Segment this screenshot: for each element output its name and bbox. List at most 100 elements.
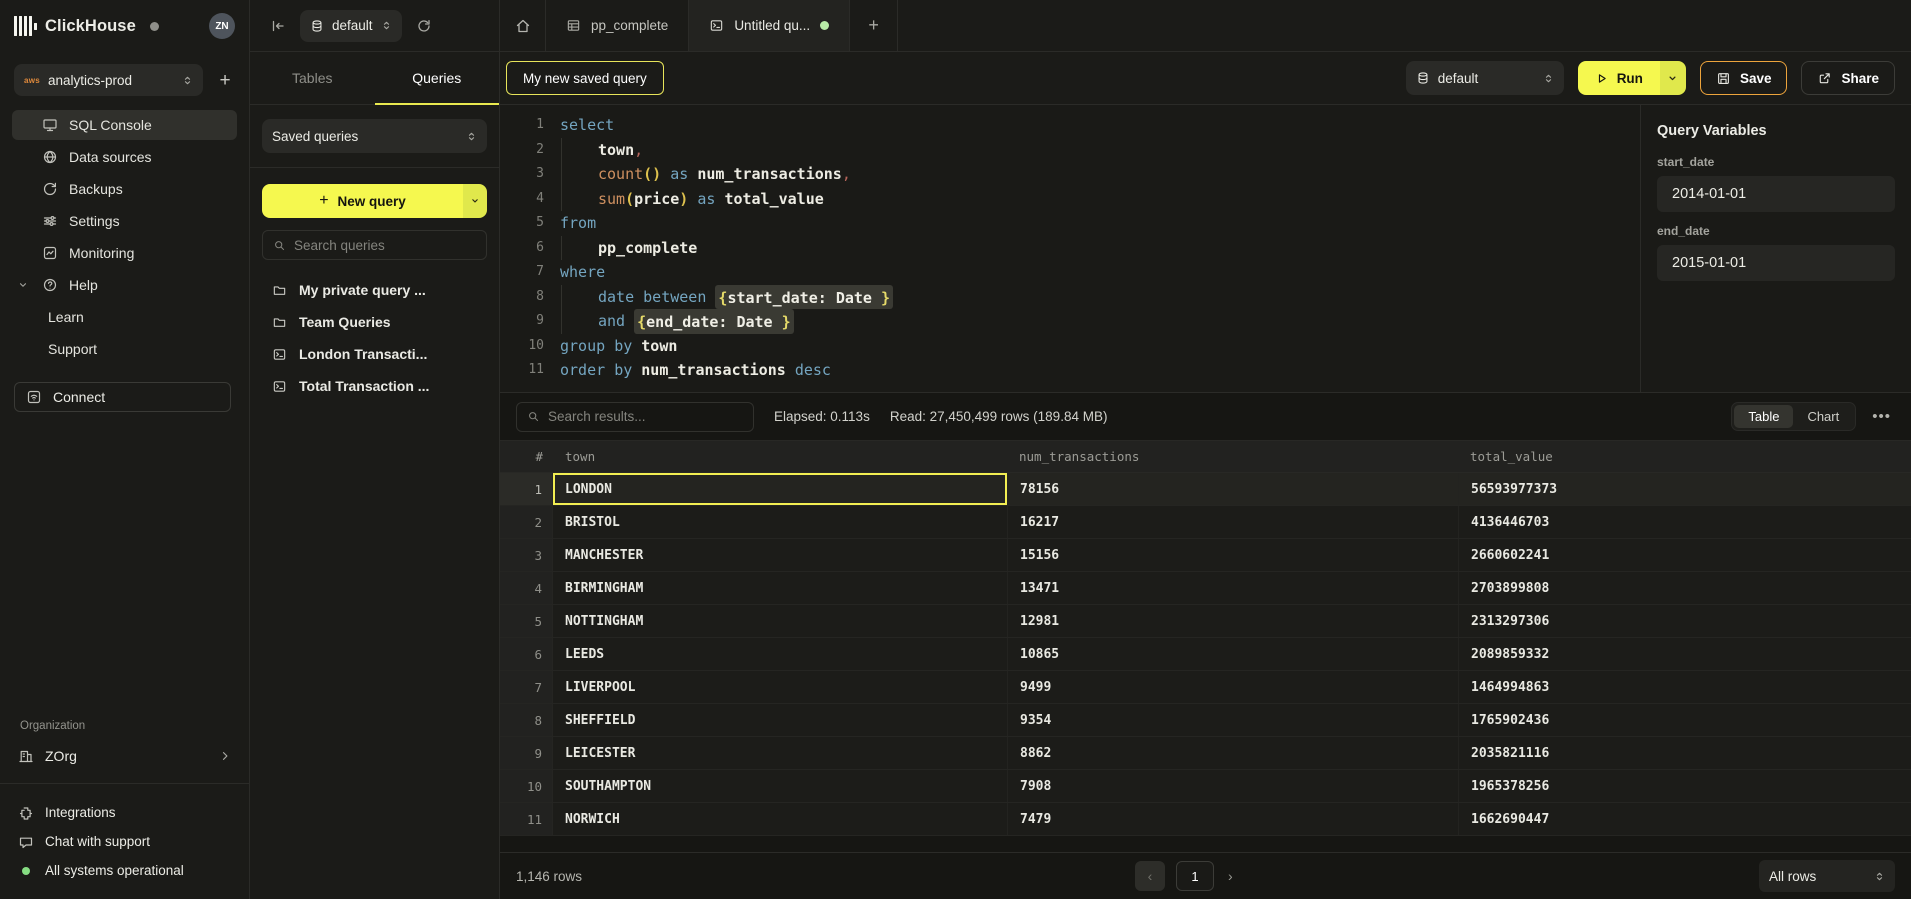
share-button[interactable]: Share xyxy=(1801,61,1895,95)
code-line[interactable]: 5from xyxy=(500,211,1640,236)
sidebar-item-sql-console[interactable]: SQL Console xyxy=(12,110,237,140)
sidebar-item-backups[interactable]: Backups xyxy=(12,174,237,204)
save-button[interactable]: Save xyxy=(1700,61,1788,95)
view-tab-table[interactable]: Table xyxy=(1734,405,1793,428)
code-line[interactable]: 9and {end_date: Date } xyxy=(500,309,1640,334)
code-line[interactable]: 10group by town xyxy=(500,334,1640,359)
cell-total_value[interactable]: 56593977373 xyxy=(1458,473,1911,505)
column-header-num-transactions[interactable]: num_transactions xyxy=(1007,441,1458,472)
sidebar-item-data-sources[interactable]: Data sources xyxy=(12,142,237,172)
end-date-input[interactable] xyxy=(1657,245,1895,281)
cell-num_transactions[interactable]: 13471 xyxy=(1007,572,1458,604)
run-button[interactable]: Run xyxy=(1578,61,1660,95)
code-line[interactable]: 8date between {start_date: Date } xyxy=(500,285,1640,310)
tab-queries[interactable]: Queries xyxy=(375,52,500,104)
refresh-icon[interactable] xyxy=(416,18,432,34)
column-header-town[interactable]: town xyxy=(553,441,1007,472)
cell-town[interactable]: MANCHESTER xyxy=(553,539,1007,571)
cell-total_value[interactable]: 2703899808 xyxy=(1458,572,1911,604)
cell-total_value[interactable]: 2035821116 xyxy=(1458,737,1911,769)
cell-num_transactions[interactable]: 16217 xyxy=(1007,506,1458,538)
cell-num_transactions[interactable]: 15156 xyxy=(1007,539,1458,571)
run-options-button[interactable] xyxy=(1660,61,1686,95)
cell-num_transactions[interactable]: 10865 xyxy=(1007,638,1458,670)
list-item-total-transaction[interactable]: Total Transaction ... xyxy=(262,370,487,402)
cell-town[interactable]: LEICESTER xyxy=(553,737,1007,769)
cell-town[interactable]: BRISTOL xyxy=(553,506,1007,538)
code-line[interactable]: 4sum(price) as total_value xyxy=(500,187,1640,212)
search-results-input[interactable] xyxy=(548,409,743,424)
start-date-input[interactable] xyxy=(1657,176,1895,212)
new-query-button[interactable]: + New query xyxy=(262,184,463,218)
cell-town[interactable]: LONDON xyxy=(553,473,1007,505)
code-line[interactable]: 1select xyxy=(500,113,1640,138)
new-query-options-button[interactable] xyxy=(463,184,487,218)
saved-query-name-chip[interactable]: My new saved query xyxy=(506,61,664,95)
workspace-selector[interactable]: aws analytics-prod xyxy=(14,64,203,96)
column-header-total-value[interactable]: total_value xyxy=(1458,441,1911,472)
cell-total_value[interactable]: 1765902436 xyxy=(1458,704,1911,736)
cell-num_transactions[interactable]: 7479 xyxy=(1007,803,1458,835)
new-tab-button[interactable]: + xyxy=(850,0,898,51)
cell-town[interactable]: SHEFFIELD xyxy=(553,704,1007,736)
cell-town[interactable]: SOUTHAMPTON xyxy=(553,770,1007,802)
row-index: 10 xyxy=(500,770,553,802)
cell-total_value[interactable]: 1464994863 xyxy=(1458,671,1911,703)
tab-tables[interactable]: Tables xyxy=(250,52,375,104)
cell-town[interactable]: NOTTINGHAM xyxy=(553,605,1007,637)
add-workspace-button[interactable]: + xyxy=(215,71,235,90)
cell-town[interactable]: NORWICH xyxy=(553,803,1007,835)
tab-untitled-query[interactable]: Untitled qu... xyxy=(689,0,850,51)
cell-town[interactable]: LEEDS xyxy=(553,638,1007,670)
next-page-button[interactable]: › xyxy=(1225,868,1236,884)
sql-editor[interactable]: 1select2town,3count() as num_transaction… xyxy=(500,105,1640,392)
cell-total_value[interactable]: 2313297306 xyxy=(1458,605,1911,637)
cell-num_transactions[interactable]: 8862 xyxy=(1007,737,1458,769)
cell-num_transactions[interactable]: 12981 xyxy=(1007,605,1458,637)
cell-num_transactions[interactable]: 7908 xyxy=(1007,770,1458,802)
tab-pp-complete[interactable]: pp_complete xyxy=(546,0,689,51)
system-status-item[interactable]: All systems operational xyxy=(12,856,237,885)
more-options-icon[interactable]: ••• xyxy=(1868,408,1895,425)
organization-item[interactable]: ZOrg xyxy=(12,741,237,771)
cell-num_transactions[interactable]: 78156 xyxy=(1007,473,1458,505)
sidebar-item-settings[interactable]: Settings xyxy=(12,206,237,236)
list-item-my-private-query[interactable]: My private query ... xyxy=(262,274,487,306)
run-database-selector[interactable]: default xyxy=(1406,61,1564,95)
chat-support-item[interactable]: Chat with support xyxy=(12,827,237,856)
collapse-sidebar-icon[interactable] xyxy=(270,18,286,34)
connect-button[interactable]: Connect xyxy=(14,382,231,412)
cell-town[interactable]: BIRMINGHAM xyxy=(553,572,1007,604)
cell-num_transactions[interactable]: 9499 xyxy=(1007,671,1458,703)
cell-total_value[interactable]: 2660602241 xyxy=(1458,539,1911,571)
cell-total_value[interactable]: 4136446703 xyxy=(1458,506,1911,538)
results-table-body: 1LONDON78156565939773732BRISTOL162174136… xyxy=(500,473,1911,836)
list-item-london-transactions[interactable]: London Transacti... xyxy=(262,338,487,370)
column-header-index[interactable]: # xyxy=(500,441,553,472)
view-tab-chart[interactable]: Chart xyxy=(1793,405,1853,428)
code-line[interactable]: 7where xyxy=(500,260,1640,285)
previous-page-button[interactable]: ‹ xyxy=(1135,861,1165,891)
sidebar-item-learn[interactable]: Learn xyxy=(12,302,237,332)
database-selector[interactable]: default xyxy=(300,10,402,42)
code-line[interactable]: 6pp_complete xyxy=(500,236,1640,261)
cell-total_value[interactable]: 2089859332 xyxy=(1458,638,1911,670)
sidebar-item-support[interactable]: Support xyxy=(12,334,237,364)
cell-town[interactable]: LIVERPOOL xyxy=(553,671,1007,703)
page-number-input[interactable]: 1 xyxy=(1176,861,1214,891)
sidebar-item-help[interactable]: Help xyxy=(12,270,237,300)
cell-num_transactions[interactable]: 9354 xyxy=(1007,704,1458,736)
search-queries-input[interactable] xyxy=(294,238,476,253)
code-line[interactable]: 11order by num_transactions desc xyxy=(500,358,1640,383)
sidebar-item-monitoring[interactable]: Monitoring xyxy=(12,238,237,268)
avatar[interactable]: ZN xyxy=(209,13,235,39)
cell-total_value[interactable]: 1662690447 xyxy=(1458,803,1911,835)
code-line[interactable]: 2town, xyxy=(500,138,1640,163)
integrations-item[interactable]: Integrations xyxy=(12,798,237,827)
code-line[interactable]: 3count() as num_transactions, xyxy=(500,162,1640,187)
home-button[interactable] xyxy=(500,0,546,51)
page-size-selector[interactable]: All rows xyxy=(1759,860,1895,892)
saved-queries-scope-selector[interactable]: Saved queries xyxy=(262,119,487,153)
list-item-team-queries[interactable]: Team Queries xyxy=(262,306,487,338)
cell-total_value[interactable]: 1965378256 xyxy=(1458,770,1911,802)
